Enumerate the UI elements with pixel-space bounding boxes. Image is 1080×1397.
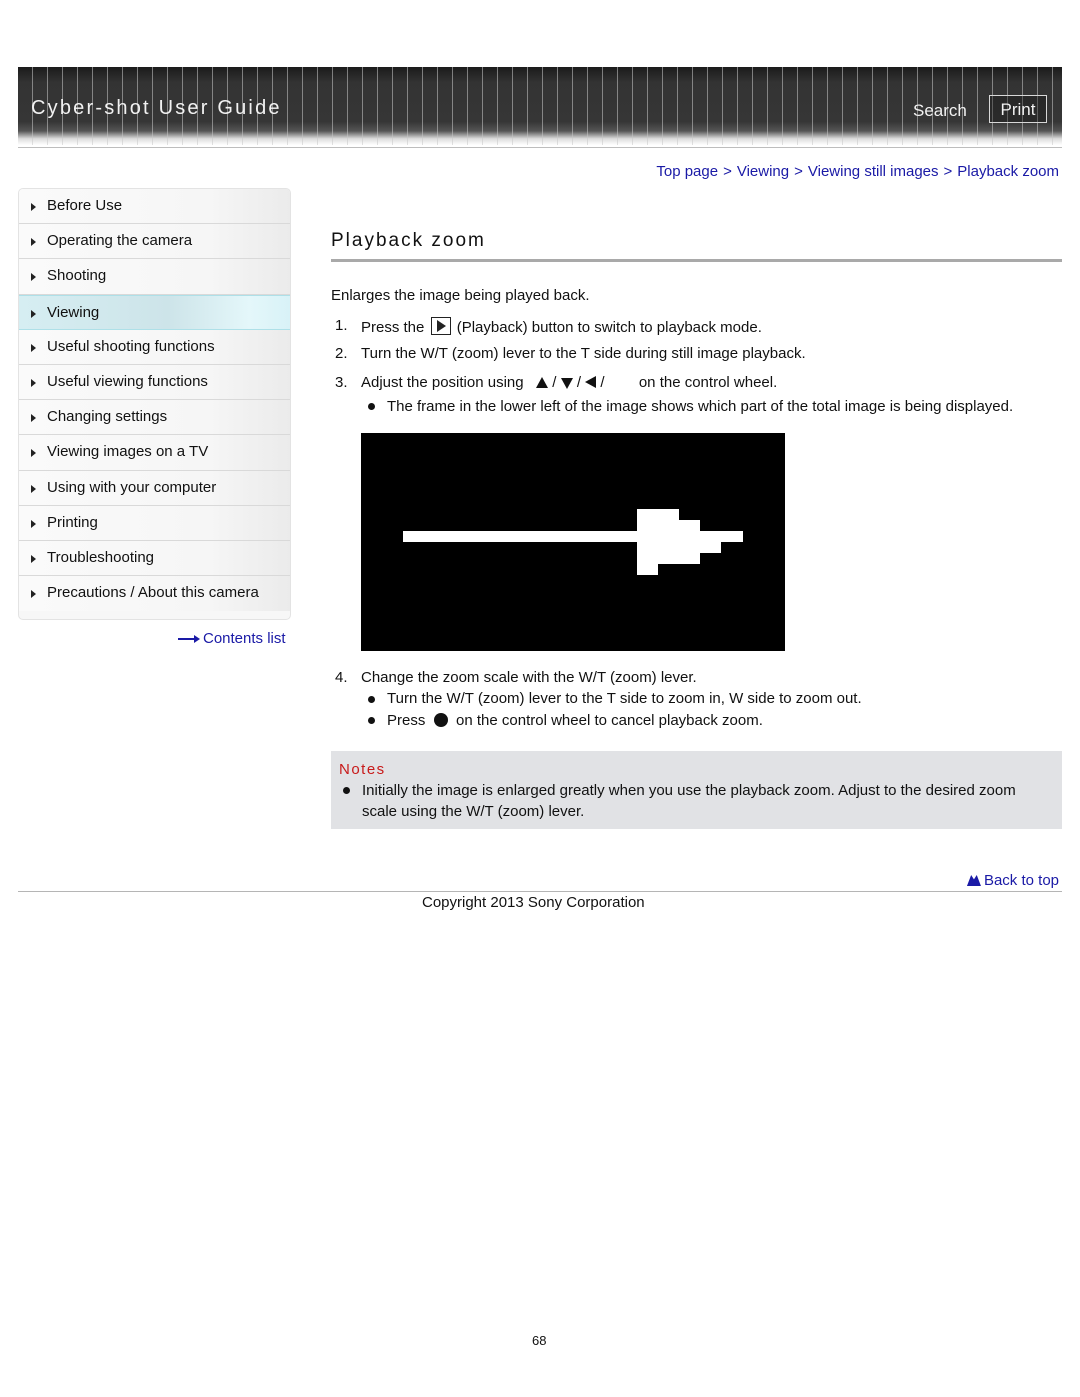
slash: / xyxy=(552,374,557,391)
sidebar-item-label: Useful shooting functions xyxy=(47,337,215,355)
up-arrow-icon xyxy=(536,377,549,388)
footer-divider xyxy=(18,891,1062,892)
sidebar-item-using-with-your-computer[interactable]: Using with your computer xyxy=(19,470,290,506)
sidebar-item-label: Shooting xyxy=(47,267,107,285)
step-number: 2. xyxy=(335,345,348,362)
bullet-icon xyxy=(368,717,375,724)
sidebar-nav: Before Use Operating the camera Shooting… xyxy=(18,188,291,620)
breadcrumb: Top page > Viewing > Viewing still images > Pl… xyxy=(656,163,1059,180)
search-link[interactable]: Search xyxy=(913,101,967,121)
caret-right-icon xyxy=(31,273,36,282)
step-4-bullet-1: Turn the W/T (zoom) lever to the T side … xyxy=(387,690,862,707)
step-3-bullet: The frame in the lower left of the image… xyxy=(387,398,1014,415)
back-to-top-label: Back to top xyxy=(983,872,1059,889)
slash: / xyxy=(600,374,605,391)
zoomed-playback-image xyxy=(361,433,785,651)
sidebar-item-label: Precautions / About this camera xyxy=(47,584,259,602)
cancel-text: on the control wheel to cancel playback … xyxy=(456,712,763,729)
breadcrumb-viewing-still-images[interactable]: Viewing still images xyxy=(808,163,939,180)
bullet-icon xyxy=(368,403,375,410)
sidebar-item-label: Useful viewing functions xyxy=(47,372,208,390)
sidebar-item-label: Viewing xyxy=(47,303,100,321)
sidebar-item-changing-settings[interactable]: Changing settings xyxy=(19,400,290,436)
sidebar-item-label: Using with your computer xyxy=(47,478,217,496)
press-text: Press xyxy=(387,712,426,729)
caret-right-icon xyxy=(31,238,36,247)
back-to-top-link[interactable]: Back to top xyxy=(966,872,1059,889)
breadcrumb-viewing[interactable]: Viewing xyxy=(737,163,789,180)
breadcrumb-playback-zoom[interactable]: Playback zoom xyxy=(957,163,1059,180)
site-title: Cyber-shot User Guide xyxy=(31,97,282,119)
caret-right-icon xyxy=(31,414,36,423)
caret-right-icon xyxy=(31,449,36,458)
sidebar-item-label: Viewing images on a TV xyxy=(47,443,209,461)
notes-title: Notes xyxy=(339,761,386,778)
sidebar-item-shooting[interactable]: Shooting xyxy=(19,259,290,295)
title-divider xyxy=(331,259,1062,262)
sidebar-item-precautions[interactable]: Precautions / About this camera xyxy=(19,576,290,612)
page-number: 68 xyxy=(532,1333,547,1348)
step-4-bullet-2: Press on the control wheel to cancel pla… xyxy=(387,712,763,729)
step-number: 1. xyxy=(335,317,348,334)
note-line-1: Initially the image is enlarged greatly … xyxy=(362,782,1016,799)
caret-right-icon xyxy=(31,343,36,352)
contents-list-label: Contents list xyxy=(203,630,286,647)
sidebar-item-viewing[interactable]: Viewing xyxy=(19,294,290,330)
sidebar-item-useful-viewing-functions[interactable]: Useful viewing functions xyxy=(19,364,290,401)
header-banner: Cyber-shot User Guide Search Print xyxy=(18,67,1062,145)
caret-right-icon xyxy=(31,203,36,211)
caret-right-icon xyxy=(31,484,36,493)
sidebar-item-label: Troubleshooting xyxy=(47,548,155,566)
step-3: Adjust the position using / / / on the c… xyxy=(361,374,777,391)
sidebar-item-before-use[interactable]: Before Use xyxy=(19,189,290,225)
print-button[interactable]: Print xyxy=(989,95,1047,123)
breadcrumb-separator: > xyxy=(943,163,953,180)
sidebar-item-viewing-images-on-a-tv[interactable]: Viewing images on a TV xyxy=(19,435,290,471)
arrow-right-icon xyxy=(178,635,200,644)
sidebar-item-label: Operating the camera xyxy=(47,232,193,250)
step-4: Change the zoom scale with the W/T (zoom… xyxy=(361,669,697,686)
step-2: Turn the W/T (zoom) lever to the T side … xyxy=(361,345,806,362)
sidebar-item-operating-the-camera[interactable]: Operating the camera xyxy=(19,224,290,260)
bullet-icon xyxy=(368,696,375,703)
step-3-pre: Adjust the position using xyxy=(361,374,524,391)
step-number: 3. xyxy=(335,374,348,391)
caret-right-icon xyxy=(31,378,36,387)
playback-icon xyxy=(430,317,451,335)
breadcrumb-top-page[interactable]: Top page xyxy=(656,163,718,180)
header-divider xyxy=(18,147,1062,148)
intro-text: Enlarges the image being played back. xyxy=(331,287,590,304)
left-arrow-icon xyxy=(585,376,597,388)
step-1-post: (Playback) button to switch to playback … xyxy=(456,319,762,336)
sidebar-item-printing[interactable]: Printing xyxy=(19,505,290,541)
contents-list-link[interactable]: Contents list xyxy=(178,630,286,647)
slash: / xyxy=(576,374,581,391)
step-number: 4. xyxy=(335,669,348,686)
sidebar-item-useful-shooting-functions[interactable]: Useful shooting functions xyxy=(19,329,290,365)
notes-box: Notes Initially the image is enlarged gr… xyxy=(331,751,1062,829)
copyright: Copyright 2013 Sony Corporation xyxy=(422,894,645,911)
step-1-pre: Press the xyxy=(361,319,425,336)
caret-right-icon xyxy=(31,554,36,563)
caret-right-icon xyxy=(31,309,36,318)
down-arrow-icon xyxy=(560,378,573,389)
bullet-icon xyxy=(343,787,350,794)
sidebar-item-label: Printing xyxy=(47,513,98,531)
caret-right-icon xyxy=(31,590,36,599)
note-line-2: scale using the W/T (zoom) lever. xyxy=(362,803,585,820)
step-3-post: on the control wheel. xyxy=(638,374,778,391)
breadcrumb-separator: > xyxy=(723,163,732,180)
back-to-top-icon xyxy=(966,875,981,886)
center-button-icon xyxy=(433,713,448,727)
breadcrumb-separator: > xyxy=(794,163,803,180)
sidebar-item-troubleshooting[interactable]: Troubleshooting xyxy=(19,540,290,577)
step-1: Press the (Playback) button to switch to… xyxy=(361,317,762,336)
sidebar-item-label: Before Use xyxy=(47,197,123,214)
page-title: Playback zoom xyxy=(331,230,486,251)
caret-right-icon xyxy=(31,519,36,528)
sidebar-item-label: Changing settings xyxy=(47,408,168,426)
